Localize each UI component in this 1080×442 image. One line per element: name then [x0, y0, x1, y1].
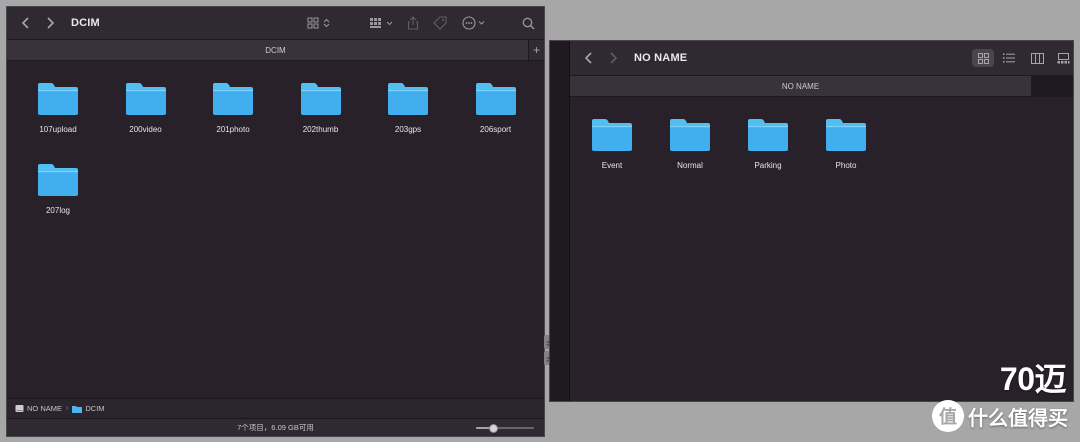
list-view-button[interactable] [998, 49, 1020, 67]
icon-size-slider[interactable] [476, 424, 534, 433]
watermark-site: 值 什么值得买 [932, 400, 1068, 432]
folder-label: Photo [835, 161, 857, 170]
tab-bar: NO NAME [570, 75, 1031, 97]
tab-no-name[interactable]: NO NAME [782, 82, 819, 91]
folder-item[interactable]: Parking [733, 117, 803, 170]
folder-label: Parking [754, 161, 782, 170]
more-icon [462, 16, 485, 30]
folder-label: 202thumb [302, 125, 339, 134]
chevron-right-icon [47, 17, 55, 29]
folder-item[interactable]: 107upload [23, 81, 93, 134]
drive-icon [15, 405, 24, 412]
toolbar: NO NAME [570, 41, 1073, 75]
group-button[interactable] [369, 14, 395, 32]
list-view-icon [1003, 53, 1015, 63]
chevron-left-icon [21, 17, 29, 29]
folder-label: 201photo [216, 125, 250, 134]
forward-button[interactable] [41, 14, 59, 32]
folder-icon [388, 83, 428, 115]
folder-item[interactable]: 201photo [198, 81, 268, 134]
gallery-view-button[interactable] [1052, 49, 1073, 67]
path-item-volume[interactable]: NO NAME [15, 404, 62, 413]
folder-item[interactable]: 203gps [373, 81, 443, 134]
finder-window-dcim: DCIM DCIM + 107upload 200video 201photo … [6, 6, 545, 437]
folder-label: 203gps [394, 125, 422, 134]
icon-view-button[interactable] [972, 49, 994, 67]
tab-dcim[interactable]: DCIM [265, 46, 285, 55]
smzdm-logo-icon: 值 [932, 400, 964, 432]
path-item-folder[interactable]: DCIM [72, 404, 105, 413]
folder-item[interactable]: Normal [655, 117, 725, 170]
icon-view-icon [977, 52, 989, 64]
share-button[interactable] [407, 14, 419, 32]
icon-view-icon [307, 17, 330, 29]
view-mode-button[interactable] [307, 14, 333, 32]
tag-button[interactable] [433, 14, 447, 32]
forward-button[interactable] [604, 49, 622, 67]
folder-label: 207log [45, 206, 71, 215]
folder-label: Event [601, 161, 623, 170]
sidebar [550, 41, 570, 401]
search-button[interactable] [522, 14, 535, 32]
path-item-label: NO NAME [27, 404, 63, 413]
more-actions-button[interactable] [462, 14, 488, 32]
folder-icon [300, 83, 341, 115]
folder-icon [748, 119, 788, 151]
folder-item[interactable]: 206sport [461, 81, 531, 134]
back-button[interactable] [17, 14, 35, 32]
back-button[interactable] [580, 49, 598, 67]
tag-icon [433, 16, 447, 30]
status-text: 7个项目，6.09 GB可用 [237, 423, 314, 432]
tab-bar: DCIM + [7, 39, 544, 61]
folder-item[interactable]: Event [577, 117, 647, 170]
window-title: DCIM [71, 17, 100, 29]
folder-item[interactable]: Photo [811, 117, 881, 170]
folder-icon [38, 83, 78, 115]
path-separator: › [66, 405, 69, 412]
folder-label: Normal [677, 161, 703, 170]
new-tab-button[interactable]: + [528, 40, 544, 60]
folder-icon [592, 119, 632, 151]
finder-window-no-name: NO NAME NO NAME Event Normal Parking Pho… [549, 40, 1074, 402]
chevron-right-icon [610, 52, 618, 64]
chevron-left-icon [584, 52, 592, 64]
column-view-button[interactable] [1026, 49, 1048, 67]
folder-label: 206sport [479, 125, 512, 134]
folder-icon [125, 83, 166, 115]
path-item-label: DCIM [85, 404, 105, 413]
folder-icon [670, 119, 710, 151]
slider-knob[interactable] [488, 424, 498, 433]
folder-icon [213, 83, 253, 115]
share-icon [407, 16, 419, 30]
gallery-view-icon [1057, 52, 1069, 63]
folder-icon [826, 119, 866, 151]
folder-item[interactable]: 200video [111, 81, 181, 134]
watermark-site-name: 什么值得买 [968, 407, 1068, 430]
path-bar: NO NAME › DCIM [7, 398, 544, 418]
tab-bar-filler [1031, 75, 1073, 97]
group-icon [370, 18, 393, 28]
toolbar: DCIM [7, 7, 544, 39]
status-bar: 7个项目，6.09 GB可用 [7, 418, 544, 436]
folder-icon [72, 405, 83, 413]
folder-icon [38, 164, 78, 196]
search-icon [522, 17, 535, 29]
window-title: NO NAME [634, 52, 688, 64]
column-view-icon [1030, 52, 1044, 64]
folder-label: 200video [129, 125, 162, 134]
watermark-brand: 70迈 [999, 361, 1067, 397]
folder-item[interactable]: 207log [23, 162, 93, 215]
folder-item[interactable]: 202thumb [286, 81, 356, 134]
folder-icon [475, 83, 516, 115]
folder-label: 107upload [39, 125, 77, 134]
